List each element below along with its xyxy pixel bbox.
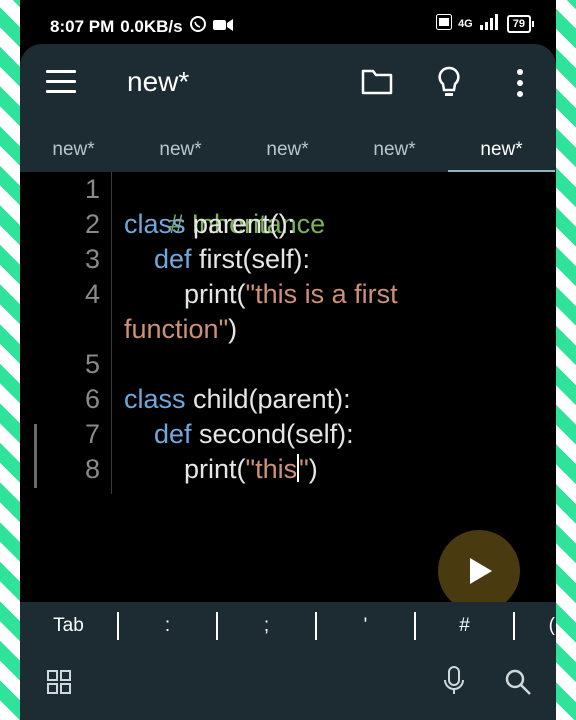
file-tabs: new* new* new* new* new* [20, 128, 556, 172]
code-line-2: class parent(): [124, 207, 295, 242]
code-line-8: print("this") [184, 452, 318, 487]
signal-icon [479, 14, 501, 33]
phone-screen: 8:07 PM 0.0KB/s 4G 79 new* new* new* new… [20, 0, 556, 720]
play-icon [470, 558, 492, 584]
line-number: 7 [84, 419, 100, 449]
key-semicolon[interactable]: ; [218, 615, 315, 637]
gutter-divider [111, 172, 112, 494]
key-quote[interactable]: ' [317, 615, 414, 637]
lightbulb-icon[interactable] [437, 66, 461, 105]
tab-file-1[interactable]: new* [20, 128, 127, 172]
string-literal: function" [124, 314, 229, 344]
code-text: child(parent): [185, 384, 351, 414]
file-title: new* [127, 66, 190, 97]
folder-icon[interactable] [361, 66, 393, 101]
line-number: 6 [84, 384, 100, 414]
status-time: 8:07 PM [50, 16, 115, 36]
keyword: class [124, 209, 186, 239]
code-line-3: def first(self): [154, 242, 310, 277]
code-text: print( [184, 279, 246, 309]
whatsapp-icon [189, 15, 207, 38]
network-type: 4G [458, 17, 473, 30]
tab-file-2[interactable]: new* [127, 128, 234, 172]
code-line-4: print("this is a first [184, 277, 398, 312]
microphone-icon[interactable] [443, 666, 465, 701]
symbol-keybar: Tab : ; ' # ( [20, 602, 556, 650]
volte-icon [436, 14, 453, 33]
code-text: print( [184, 454, 246, 484]
search-icon[interactable] [504, 668, 532, 701]
line-number: 1 [84, 174, 100, 204]
code-text: ) [308, 454, 318, 484]
status-speed: 0.0KB/s [120, 16, 183, 36]
key-colon[interactable]: : [119, 615, 216, 637]
key-tab[interactable]: Tab [20, 615, 117, 637]
string-literal: " [299, 454, 309, 484]
apps-grid-icon[interactable] [47, 670, 71, 699]
line-number: 4 [84, 279, 100, 309]
code-line-7: def second(self): [154, 417, 354, 452]
app-toolbar: new* [20, 44, 556, 128]
run-button[interactable] [438, 530, 520, 612]
line-number: 3 [84, 244, 100, 274]
key-hash[interactable]: # [416, 615, 513, 637]
line-number: 2 [84, 209, 100, 239]
keyword: class [124, 384, 186, 414]
code-line-4-wrap: function") [124, 312, 237, 347]
battery-level: 79 [512, 17, 525, 30]
keyboard-toolbar [20, 650, 556, 720]
key-paren[interactable]: ( [515, 615, 555, 637]
keyword: def [154, 244, 192, 274]
string-literal: "this [245, 454, 298, 484]
string-literal: "this is a first [245, 279, 398, 309]
tab-file-5[interactable]: new* [448, 128, 555, 172]
tab-file-4[interactable]: new* [341, 128, 448, 172]
battery-icon: 79 [506, 14, 534, 33]
code-text: second(self): [191, 419, 354, 449]
code-line-6: class child(parent): [124, 382, 351, 417]
menu-icon[interactable] [46, 70, 76, 94]
keyword: def [154, 419, 192, 449]
code-text: first(self): [191, 244, 311, 274]
code-text: parent(): [185, 209, 296, 239]
code-text: ) [228, 314, 238, 344]
video-camera-icon [212, 17, 233, 37]
more-vert-icon[interactable] [516, 68, 524, 103]
line-number: 5 [84, 349, 100, 379]
line-number: 8 [84, 454, 100, 484]
scrollbar[interactable] [34, 424, 37, 488]
tab-file-3[interactable]: new* [234, 128, 341, 172]
